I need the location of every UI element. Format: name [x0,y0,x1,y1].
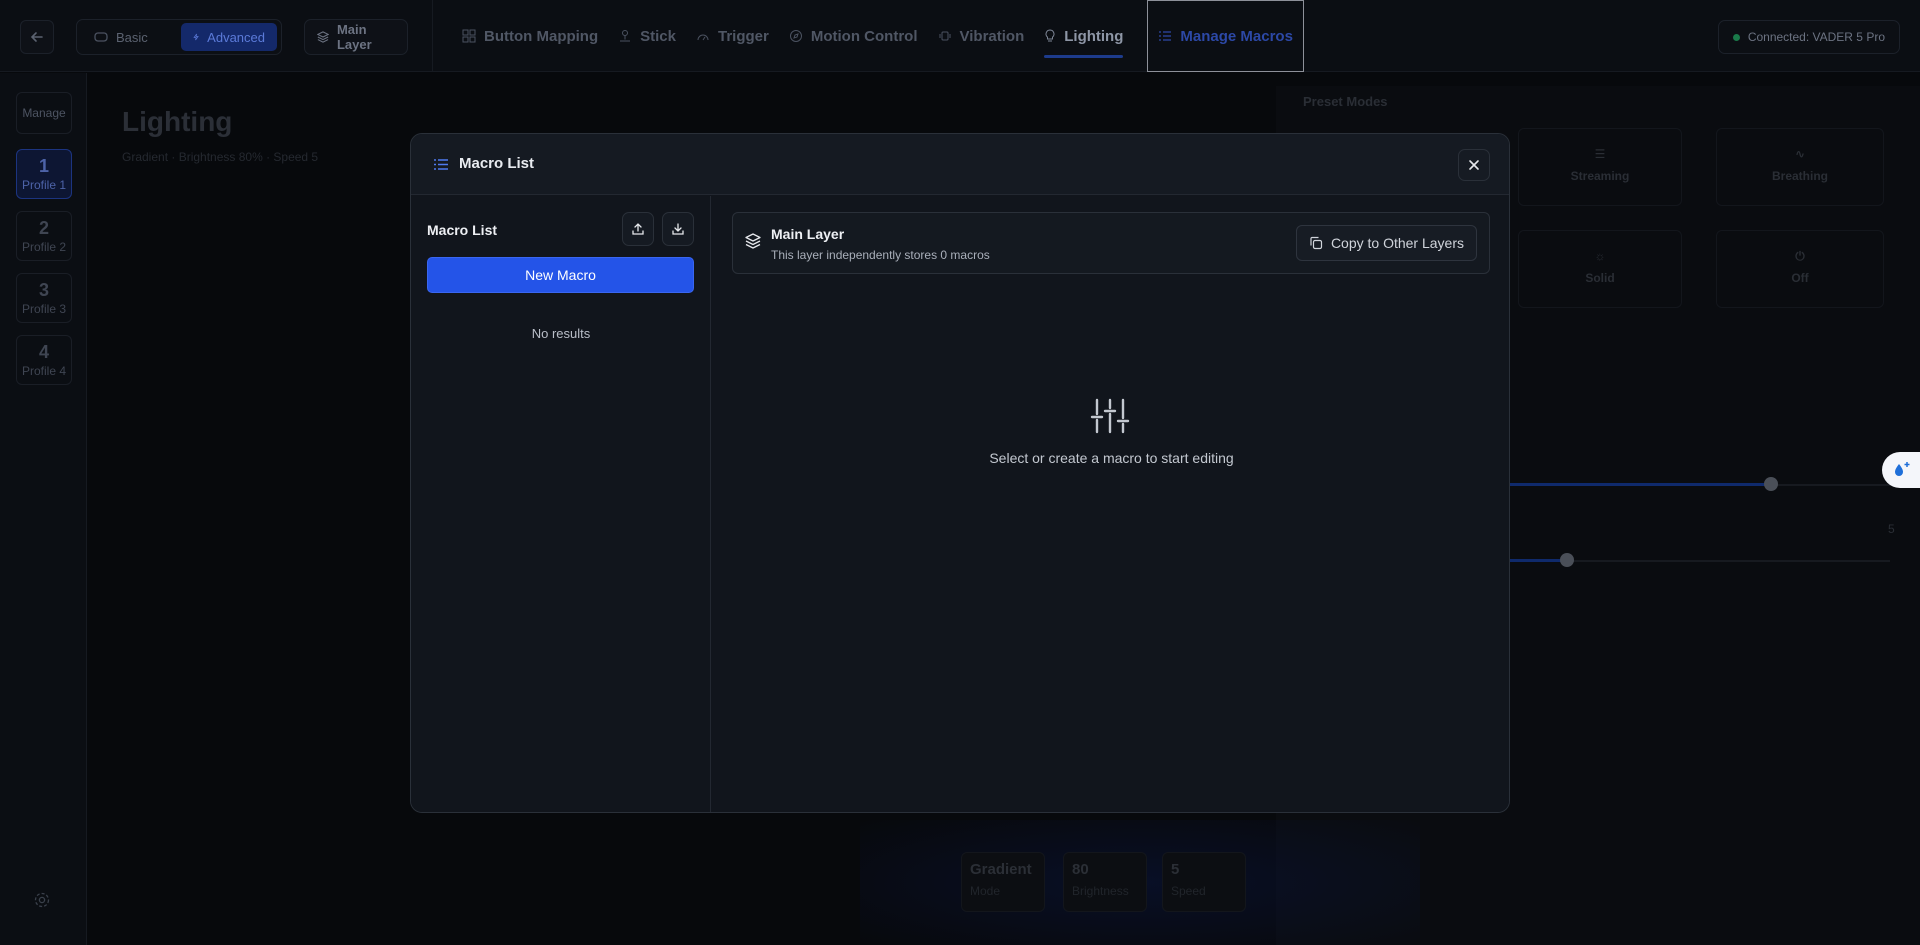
close-button[interactable] [1458,149,1490,181]
macro-list-title: Macro List [427,222,498,238]
empty-list-message: No results [531,326,591,341]
copy-icon [1310,236,1323,250]
dialog-header: Macro List [411,134,1509,195]
sliders-icon [1090,398,1130,434]
macro-list-pane: Macro List New Macro No results [411,196,711,812]
empty-editor-message: Select or create a macro to start editin… [989,450,1234,466]
dialog-title: Macro List [459,155,535,172]
layer-info-card: Main Layer This layer independently stor… [732,212,1490,274]
download-icon [672,223,684,235]
new-macro-button[interactable]: New Macro [427,257,694,293]
layers-icon [745,233,761,249]
import-button[interactable] [662,212,694,246]
close-icon [1469,160,1479,170]
macro-editor-pane: Main Layer This layer independently stor… [712,196,1509,812]
upload-icon [632,223,644,235]
copy-button-label: Copy to Other Layers [1330,235,1464,251]
macro-list-dialog: Macro List Macro List New Macro No resul… [410,133,1510,813]
copy-to-other-layers-button[interactable]: Copy to Other Layers [1295,225,1477,261]
layer-macro-count: This layer independently stores 0 macros [771,248,990,262]
list-icon [434,159,448,170]
layer-name: Main Layer [771,226,845,242]
export-button[interactable] [622,212,654,246]
